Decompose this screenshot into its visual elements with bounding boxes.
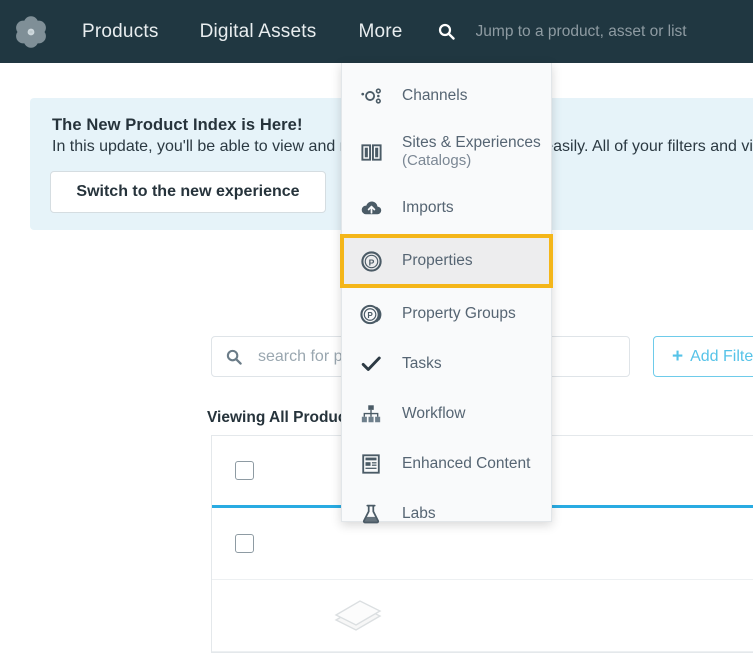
search-icon: [437, 22, 457, 42]
svg-text:P: P: [368, 257, 374, 267]
menu-item-sites-experiences[interactable]: Sites & Experiences (Catalogs): [342, 121, 551, 183]
global-search[interactable]: [437, 22, 753, 42]
top-navigation-bar: Products Digital Assets More: [0, 0, 753, 63]
add-filter-button[interactable]: + Add Filter: [653, 336, 753, 377]
menu-item-label: Tasks: [402, 355, 442, 373]
nav-digital-assets[interactable]: Digital Assets: [200, 21, 317, 43]
row-checkbox[interactable]: [235, 461, 254, 480]
menu-item-property-groups[interactable]: P Property Groups: [342, 289, 551, 339]
flask-icon: [357, 503, 385, 525]
channels-nodes-icon: [357, 85, 385, 107]
menu-item-tasks[interactable]: Tasks: [342, 339, 551, 389]
nav-products[interactable]: Products: [82, 21, 159, 43]
menu-item-label: Sites & Experiences (Catalogs): [402, 134, 541, 170]
property-circle-p-icon: P: [357, 250, 385, 273]
menu-item-title: Sites & Experiences: [402, 134, 541, 151]
menu-item-label: Imports: [402, 199, 454, 217]
menu-item-label: Labs: [402, 505, 436, 523]
menu-item-subtitle: (Catalogs): [402, 152, 541, 170]
plus-icon: +: [672, 347, 683, 366]
menu-item-label: Enhanced Content: [402, 455, 530, 473]
table-row[interactable]: [212, 580, 753, 652]
nav-more[interactable]: More: [358, 21, 402, 43]
menu-item-imports[interactable]: Imports: [342, 183, 551, 233]
search-icon: [226, 349, 242, 365]
viewing-label: Viewing All Products: [207, 409, 360, 427]
menu-item-label: Workflow: [402, 405, 465, 423]
cloud-upload-icon: [357, 197, 385, 220]
menu-item-labs[interactable]: Labs: [342, 489, 551, 539]
menu-item-label: Channels: [402, 87, 468, 105]
more-dropdown-menu: Channels Sites & Experiences (Catalogs) …: [341, 63, 552, 522]
svg-text:P: P: [367, 310, 373, 319]
menu-item-properties[interactable]: P Properties: [342, 236, 551, 286]
global-search-input[interactable]: [474, 22, 753, 42]
menu-item-label: Properties: [402, 252, 473, 270]
switch-experience-button[interactable]: Switch to the new experience: [50, 171, 326, 213]
enhanced-content-icon: [357, 453, 385, 475]
workflow-hierarchy-icon: [357, 403, 385, 425]
menu-item-enhanced-content[interactable]: Enhanced Content: [342, 439, 551, 489]
property-groups-icon: P: [357, 303, 385, 326]
book-icon: [357, 141, 385, 164]
checkmark-icon: [357, 353, 385, 375]
menu-item-channels[interactable]: Channels: [342, 71, 551, 121]
menu-item-workflow[interactable]: Workflow: [342, 389, 551, 439]
add-filter-label: Add Filter: [690, 348, 753, 366]
row-checkbox[interactable]: [235, 534, 254, 553]
menu-item-label: Property Groups: [402, 305, 516, 323]
product-thumbnail: [330, 594, 386, 638]
flower-rosette-logo[interactable]: [11, 12, 51, 52]
